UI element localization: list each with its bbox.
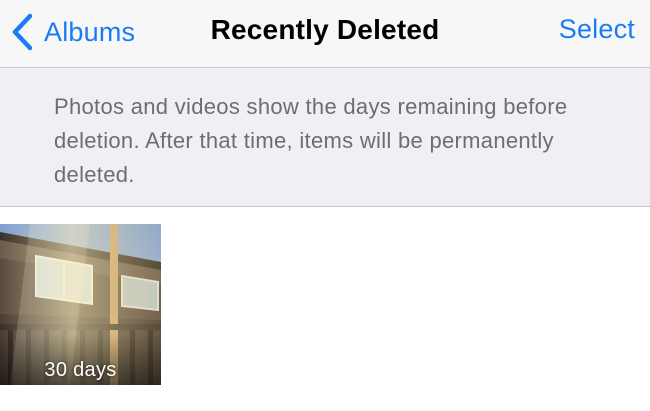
photo-grid: 30 days <box>0 224 650 386</box>
recently-deleted-screen: Albums Recently Deleted Select Photos an… <box>0 0 650 411</box>
page-title: Recently Deleted <box>210 14 440 45</box>
info-banner: Photos and videos show the days remainin… <box>0 68 650 207</box>
days-remaining-label: 30 days <box>44 359 117 381</box>
navigation-bar: Albums Recently Deleted Select <box>0 0 650 68</box>
deletion-info-text: Photos and videos show the days remainin… <box>54 94 568 187</box>
photo-thumbnail[interactable]: 30 days <box>0 224 161 385</box>
select-button[interactable]: Select <box>559 14 635 45</box>
